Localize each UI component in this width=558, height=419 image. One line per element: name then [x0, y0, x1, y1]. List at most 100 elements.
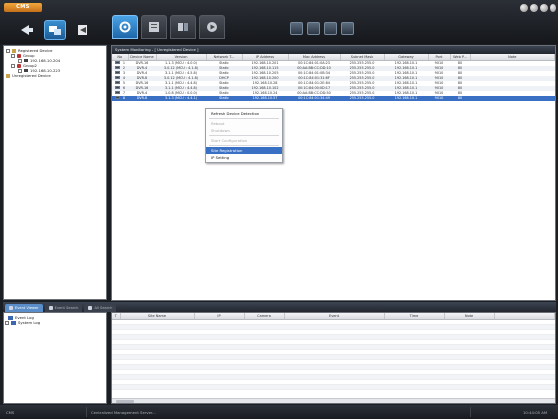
- table-cell: 8: [112, 95, 128, 101]
- table-cell: Static: [206, 95, 242, 101]
- search-icon: [48, 306, 53, 310]
- record-icon: [178, 23, 188, 31]
- menu-shutdown[interactable]: Shutdown: [206, 127, 282, 134]
- dvr-icon: [114, 61, 120, 64]
- table-cell: 9010: [428, 95, 450, 101]
- nav-bar: [4, 17, 108, 43]
- device-icon: [24, 69, 28, 72]
- dvr-icon: [114, 76, 120, 79]
- status-bar: CMS Centralized Management Server... 10:…: [0, 405, 558, 419]
- exit-button[interactable]: [72, 20, 94, 40]
- panel-title: System Monitoring - [ Unregistered Devic…: [112, 46, 555, 54]
- col-event[interactable]: Event: [284, 313, 385, 320]
- device-panel: System Monitoring - [ Unregistered Devic…: [111, 45, 556, 301]
- toolbar: [290, 22, 354, 35]
- settings-icon[interactable]: [341, 22, 354, 35]
- event-icon: [9, 306, 13, 310]
- monitor-icon[interactable]: [290, 22, 303, 35]
- device-table: No Device Name Version Network T... IP A…: [112, 54, 555, 101]
- expand-icon[interactable]: [18, 68, 22, 73]
- module-tabs: [112, 15, 225, 39]
- device-icon: [24, 59, 28, 62]
- chart-icon[interactable]: [307, 22, 320, 35]
- group-icon: [17, 63, 21, 68]
- group-icon: [17, 53, 21, 58]
- collapse-icon[interactable]: [11, 53, 15, 58]
- table-cell: 192.168.10.1: [384, 95, 428, 101]
- expand-icon[interactable]: [5, 320, 9, 325]
- device-manager-button[interactable]: [44, 20, 66, 40]
- table-cell: 00:1C:84:01:34:49: [288, 95, 340, 101]
- status-app-name: CMS: [6, 410, 15, 415]
- menu-start-configuration[interactable]: Start Configuration: [206, 137, 282, 144]
- folder-icon: [6, 73, 10, 78]
- app-logo: CMS: [4, 3, 42, 12]
- menu-separator: [209, 118, 279, 119]
- menu-refresh-detection[interactable]: Refresh Device Detection: [206, 110, 282, 117]
- menu-ip-setting[interactable]: IP Setting: [206, 154, 282, 161]
- tab-device-list[interactable]: [141, 15, 167, 39]
- collapse-icon[interactable]: [6, 48, 10, 53]
- collapse-icon[interactable]: [11, 63, 15, 68]
- menu-reboot[interactable]: Reboot: [206, 120, 282, 127]
- event-rows: [112, 320, 555, 390]
- exit-icon: [78, 25, 87, 35]
- title-bar: CMS: [0, 0, 558, 44]
- col-camera[interactable]: Camera: [244, 313, 285, 320]
- devices-icon: [49, 26, 61, 35]
- home-button[interactable]: [16, 20, 38, 40]
- device-tree: Registered Device Group 192.168.10.204 G…: [3, 45, 107, 300]
- table-cell: 255.255.255.0: [340, 95, 384, 101]
- close-icon[interactable]: [550, 4, 556, 12]
- bottom-tab-bar: Event Viewer Event Search All Search: [3, 302, 556, 312]
- list-icon: [149, 22, 159, 32]
- col-time[interactable]: Time: [384, 313, 445, 320]
- dvr-icon: [114, 66, 120, 69]
- menu-site-registration[interactable]: Site Registration: [206, 147, 282, 154]
- event-row[interactable]: [112, 384, 555, 390]
- col-site-name[interactable]: Site Name: [120, 313, 195, 320]
- log-tree: Event Log System Log: [3, 312, 107, 404]
- maximize-icon[interactable]: [540, 4, 548, 12]
- status-message: Centralized Management Server...: [91, 410, 156, 415]
- log-icon: [8, 315, 13, 320]
- dvr-icon: [114, 86, 120, 89]
- tab-event-viewer[interactable]: Event Viewer: [5, 304, 43, 312]
- table-row[interactable]: 8 DVR-8 3.1.3 (MCU : 4.4.1) Static 192.168.1…: [112, 95, 555, 101]
- search-icon[interactable]: [324, 22, 337, 35]
- tab-event-search[interactable]: Event Search: [44, 304, 83, 312]
- table-cell: DVR-8: [128, 95, 156, 101]
- dvr-icon: [114, 71, 120, 74]
- status-time: 10:44:05 AM: [523, 410, 548, 415]
- log-tree-system-log[interactable]: System Log: [5, 320, 40, 325]
- col-note[interactable]: Note: [444, 313, 495, 320]
- status-divider: [86, 407, 87, 417]
- menu-separator: [209, 135, 279, 136]
- table-cell: 192.168.10.57: [242, 95, 288, 101]
- dvr-icon: [114, 81, 120, 84]
- tab-all-search[interactable]: All Search: [84, 304, 117, 312]
- horizontal-scrollbar[interactable]: [112, 398, 555, 403]
- table-cell: [470, 95, 555, 101]
- restore-icon[interactable]: [530, 4, 538, 12]
- minimize-icon[interactable]: [520, 4, 528, 12]
- tab-record[interactable]: [170, 15, 196, 39]
- dvr-icon: [114, 91, 120, 94]
- col-spacer: [494, 313, 555, 320]
- dvr-icon: [114, 96, 120, 99]
- table-cell: 3.1.3 (MCU : 4.4.1): [156, 95, 206, 101]
- context-menu: Refresh Device Detection Reboot Shutdown…: [205, 108, 283, 163]
- status-divider: [470, 407, 471, 417]
- col-ip[interactable]: IP: [194, 313, 245, 320]
- log-icon: [11, 320, 16, 325]
- tab-playback[interactable]: [199, 15, 225, 39]
- table-cell: 80: [450, 95, 470, 101]
- tab-device-config[interactable]: [112, 15, 138, 39]
- event-log-panel: T Site Name IP Camera Event Time Note: [111, 312, 556, 404]
- expand-icon[interactable]: [18, 58, 22, 63]
- menu-separator: [209, 145, 279, 146]
- scrollbar-thumb[interactable]: [116, 400, 134, 403]
- tree-unregistered-device[interactable]: Unregistered Device: [6, 73, 51, 78]
- playback-icon: [207, 22, 217, 32]
- col-type[interactable]: T: [112, 313, 121, 320]
